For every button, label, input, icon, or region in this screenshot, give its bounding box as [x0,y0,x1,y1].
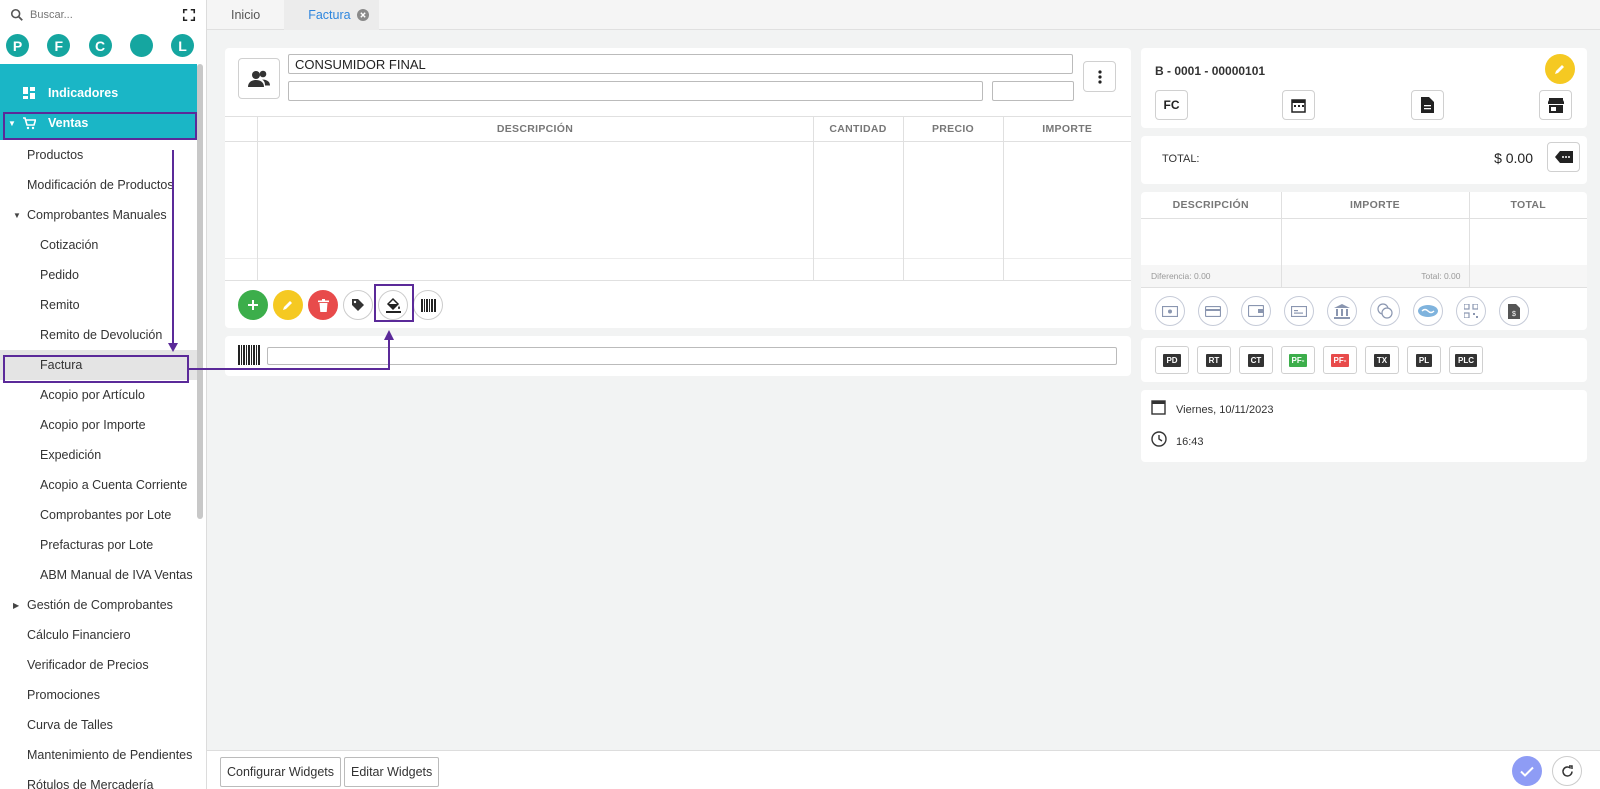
annotation-arrows [168,150,394,370]
